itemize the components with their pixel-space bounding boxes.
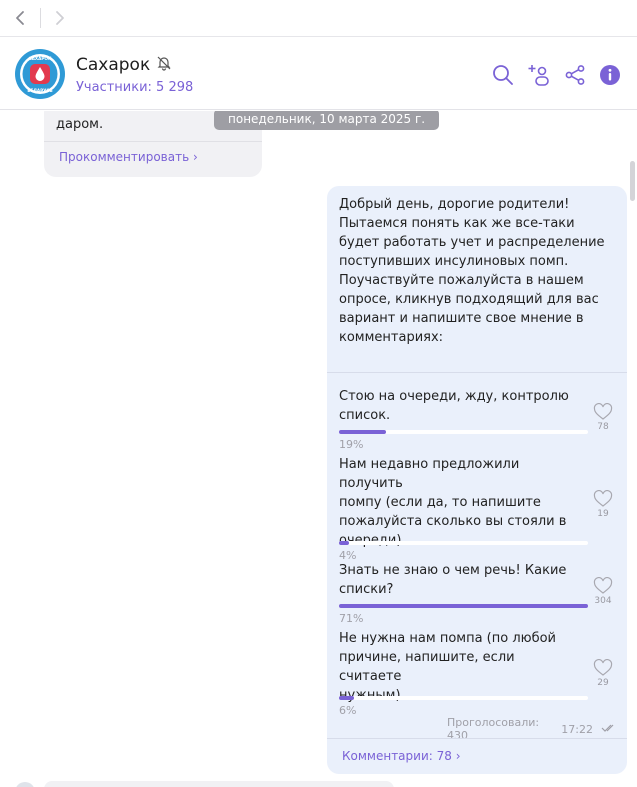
- next-message-avatar[interactable]: [15, 782, 35, 787]
- poll-option[interactable]: Не нужна нам помпа (по любой причине, на…: [339, 629, 622, 719]
- poll-option-text: Стою на очереди, жду, контролю список.: [339, 389, 569, 423]
- poll-option-votes: 304: [594, 596, 612, 606]
- poll-option-bar: [339, 541, 588, 545]
- poll-option-bar: [339, 604, 588, 608]
- add-user-icon[interactable]: [526, 62, 552, 88]
- nav-divider: [40, 8, 41, 28]
- poll-option-votes: 78: [597, 422, 609, 432]
- members-count[interactable]: Участники: 5 298: [76, 80, 193, 95]
- poll-option-bar: [339, 430, 588, 434]
- poll-option-votes: 19: [597, 509, 609, 519]
- poll-option-text: Знать не знаю о чем речь! Какие списки?: [339, 563, 567, 597]
- back-arrow-icon[interactable]: [8, 7, 32, 29]
- poll-option-bar-fill: [339, 430, 387, 434]
- message-list[interactable]: даром. Прокомментировать › понедельник, …: [0, 111, 637, 787]
- forward-arrow-icon[interactable]: [48, 7, 72, 29]
- double-check-icon: [601, 723, 617, 736]
- poll-option[interactable]: Нам недавно предложили получить помпу (е…: [339, 455, 622, 562]
- chat-title-row[interactable]: Сахарок: [76, 55, 172, 75]
- heart-icon[interactable]: [593, 403, 613, 421]
- poll-option[interactable]: Стою на очереди, жду, контролю список. 1…: [339, 387, 622, 457]
- date-separator: понедельник, 10 марта 2025 г.: [214, 111, 440, 130]
- heart-icon[interactable]: [593, 577, 613, 595]
- poll-option-percent: 19%: [339, 438, 364, 451]
- poll-option-percent: 71%: [339, 612, 364, 625]
- poll-option-votes: 29: [597, 678, 609, 688]
- poll-option-text: Не нужна нам помпа (по любой причине, на…: [339, 631, 557, 703]
- poll-message-bubble: Добрый день, дорогие родители! Пытаемся …: [327, 186, 627, 774]
- comments-link[interactable]: Комментарии: 78 ›: [342, 749, 461, 763]
- muted-bell-icon: [156, 55, 172, 75]
- poll-option-bar: [339, 696, 588, 700]
- poll-option-text: Нам недавно предложили получить помпу (е…: [339, 457, 567, 548]
- svg-text:БЕЛАРУСЬ: БЕЛАРУСЬ: [27, 88, 52, 93]
- heart-icon[interactable]: [593, 490, 613, 508]
- next-message-bubble: [44, 781, 394, 787]
- avatar[interactable]: САХАРОК БЕЛАРУСЬ: [15, 49, 65, 99]
- message-text: Добрый день, дорогие родители! Пытаемся …: [339, 197, 605, 345]
- poll-option-percent: 6%: [339, 704, 357, 717]
- chat-header: САХАРОК БЕЛАРУСЬ Сахарок Участники: 5 29…: [0, 38, 637, 110]
- previous-message-text: даром.: [56, 117, 104, 132]
- svg-text:САХАРОК: САХАРОК: [29, 56, 52, 61]
- chat-title: Сахарок: [76, 55, 151, 75]
- poll-option-bar-fill: [339, 541, 349, 545]
- poll-option-bar-fill: [339, 696, 354, 700]
- poll-option[interactable]: Знать не знаю о чем речь! Какие списки? …: [339, 561, 622, 631]
- poll-option-bar-fill: [339, 604, 588, 608]
- divider: [327, 738, 627, 739]
- comment-link[interactable]: Прокомментировать ›: [59, 150, 198, 164]
- share-icon[interactable]: [562, 62, 588, 88]
- info-icon[interactable]: [597, 62, 623, 88]
- message-time: 17:22: [561, 722, 593, 736]
- divider: [327, 372, 627, 373]
- divider: [44, 141, 262, 142]
- top-navigation-bar: [0, 0, 637, 37]
- heart-icon[interactable]: [593, 659, 613, 677]
- scrollbar-thumb[interactable]: [630, 161, 635, 201]
- search-icon[interactable]: [490, 62, 516, 88]
